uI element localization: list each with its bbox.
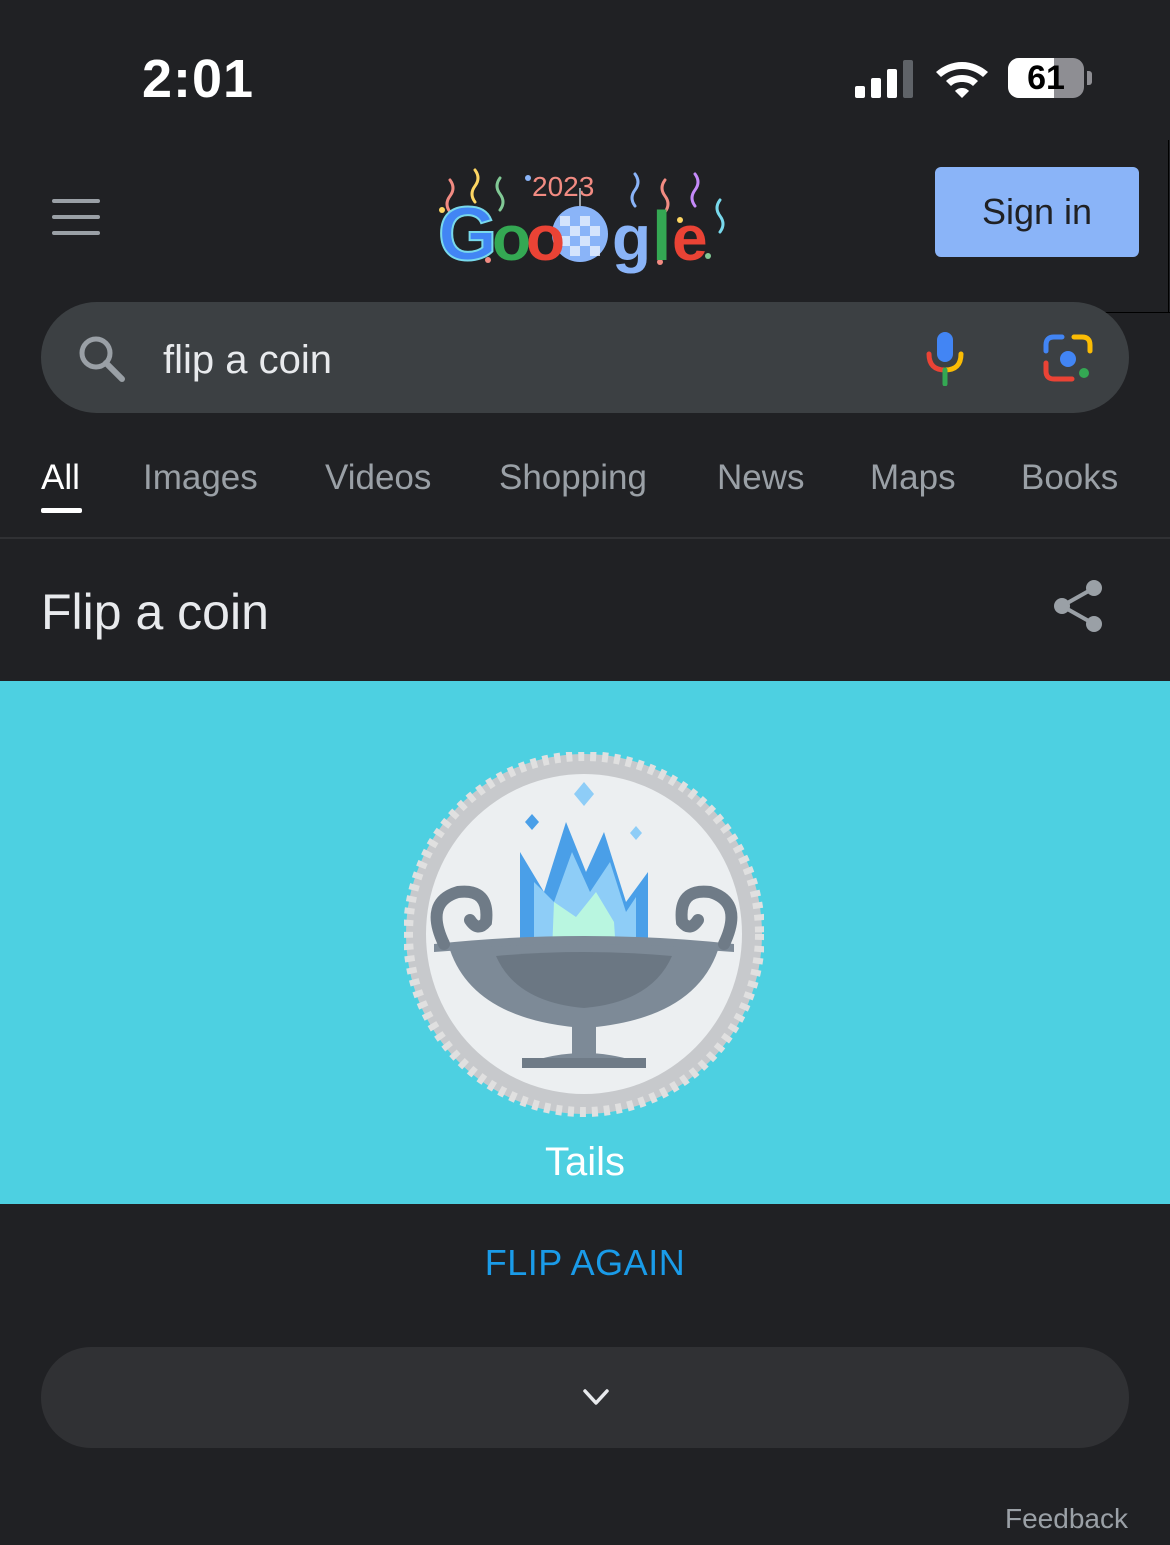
cellular-signal-icon	[855, 60, 913, 98]
tab-maps[interactable]: Maps	[870, 458, 956, 498]
google-lens-icon[interactable]	[1042, 333, 1094, 383]
wifi-icon	[936, 62, 988, 98]
flip-again-button[interactable]: FLIP AGAIN	[0, 1242, 1170, 1284]
divider	[1168, 140, 1169, 313]
share-icon[interactable]	[1052, 578, 1106, 634]
svg-text:l: l	[652, 197, 671, 275]
coin-result: Tails	[544, 1140, 626, 1184]
search-input[interactable]	[163, 330, 863, 390]
search-icon[interactable]	[76, 333, 126, 383]
google-doodle-logo[interactable]: 2023 G o o g l e	[430, 160, 730, 285]
doodle-year: 2023	[532, 171, 594, 202]
tab-shopping[interactable]: Shopping	[499, 458, 647, 498]
tab-videos[interactable]: Videos	[325, 458, 431, 498]
feedback-link[interactable]: Feedback	[1005, 1503, 1128, 1535]
svg-text:G: G	[438, 192, 497, 277]
search-tabs: All Images Videos Shopping News Maps Boo…	[0, 440, 1170, 539]
hamburger-menu-icon[interactable]	[52, 199, 100, 235]
tab-books[interactable]: Books	[1021, 458, 1118, 498]
status-bar: 2:01 61	[0, 0, 1170, 150]
active-tab-indicator	[41, 508, 82, 513]
chevron-down-icon[interactable]	[581, 1385, 611, 1409]
status-time: 2:01	[142, 49, 255, 109]
battery-indicator: 61	[1008, 58, 1092, 98]
mic-icon[interactable]	[925, 330, 965, 386]
sign-in-button[interactable]: Sign in	[935, 167, 1139, 257]
svg-text:e: e	[672, 202, 708, 274]
tab-images[interactable]: Images	[143, 458, 258, 498]
battery-level: 61	[1027, 59, 1065, 97]
svg-text:o: o	[526, 202, 565, 274]
coin-tails-image[interactable]	[404, 752, 764, 1117]
card-title: Flip a coin	[41, 584, 269, 640]
svg-text:g: g	[612, 202, 651, 274]
tab-news[interactable]: News	[717, 458, 805, 498]
tab-all[interactable]: All	[41, 458, 80, 498]
